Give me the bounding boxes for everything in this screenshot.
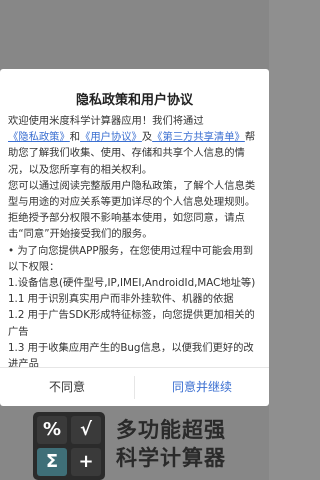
sqrt-key-icon: √ [71,416,101,444]
plus-key-icon: + [71,448,101,476]
permission-item-1: 1.设备信息(硬件型号,IP,IMEI,AndroidId,MAC地址等) [8,277,256,290]
dialog-title: 隐私政策和用户协议 [75,93,193,108]
intro-and2: 及 [141,131,153,144]
promo-line-2: 科学计算器 [116,446,226,470]
privacy-policy-link[interactable]: 《隐私政策》 [8,131,70,143]
intro-and: 和 [69,131,81,144]
promo-line-1: 多功能超强 [116,418,226,442]
permission-item-1-2: 1.2 用于广告SDK形成特征标签，向您提供更加相关的广告 [8,309,255,338]
calculator-logo-icon: % √ Σ + [33,412,105,480]
percent-key-icon: % [37,416,67,444]
user-agreement-link[interactable]: 《用户协议》 [80,131,142,143]
third-party-list-link[interactable]: 《第三方共享清单》 [152,131,245,143]
intro-paragraph: 欢迎使用米度科学计算器应用！我们将通过《隐私政策》和《用户协议》及《第三方共享清… [8,113,263,178]
permission-item-1-1: 1.1 用于识别真实用户而非外挂软件、机器的依据 [8,293,234,306]
intro-text: 欢迎使用米度科学计算器应用！我们将通过 [8,115,204,127]
disagree-button[interactable]: 不同意 [0,368,134,407]
permissions-intro: • 为了向您提供APP服务，在您使用过程中可能会用到以下权限： [8,244,254,273]
privacy-dialog: 隐私政策和用户协议 欢迎使用米度科学计算器应用！我们将通过《隐私政策》和《用户协… [0,69,269,406]
dialog-content: 欢迎使用米度科学计算器应用！我们将通过《隐私政策》和《用户协议》及《第三方共享清… [8,113,263,372]
dialog-footer: 不同意 同意并继续 [0,367,269,407]
policy-paragraph: 您可以通过阅读完整版用户隐私政策，了解个人信息类型与用途的对应关系等更加详尽的个… [8,179,256,241]
agree-continue-button[interactable]: 同意并继续 [135,368,269,407]
sigma-key-icon: Σ [37,448,67,476]
